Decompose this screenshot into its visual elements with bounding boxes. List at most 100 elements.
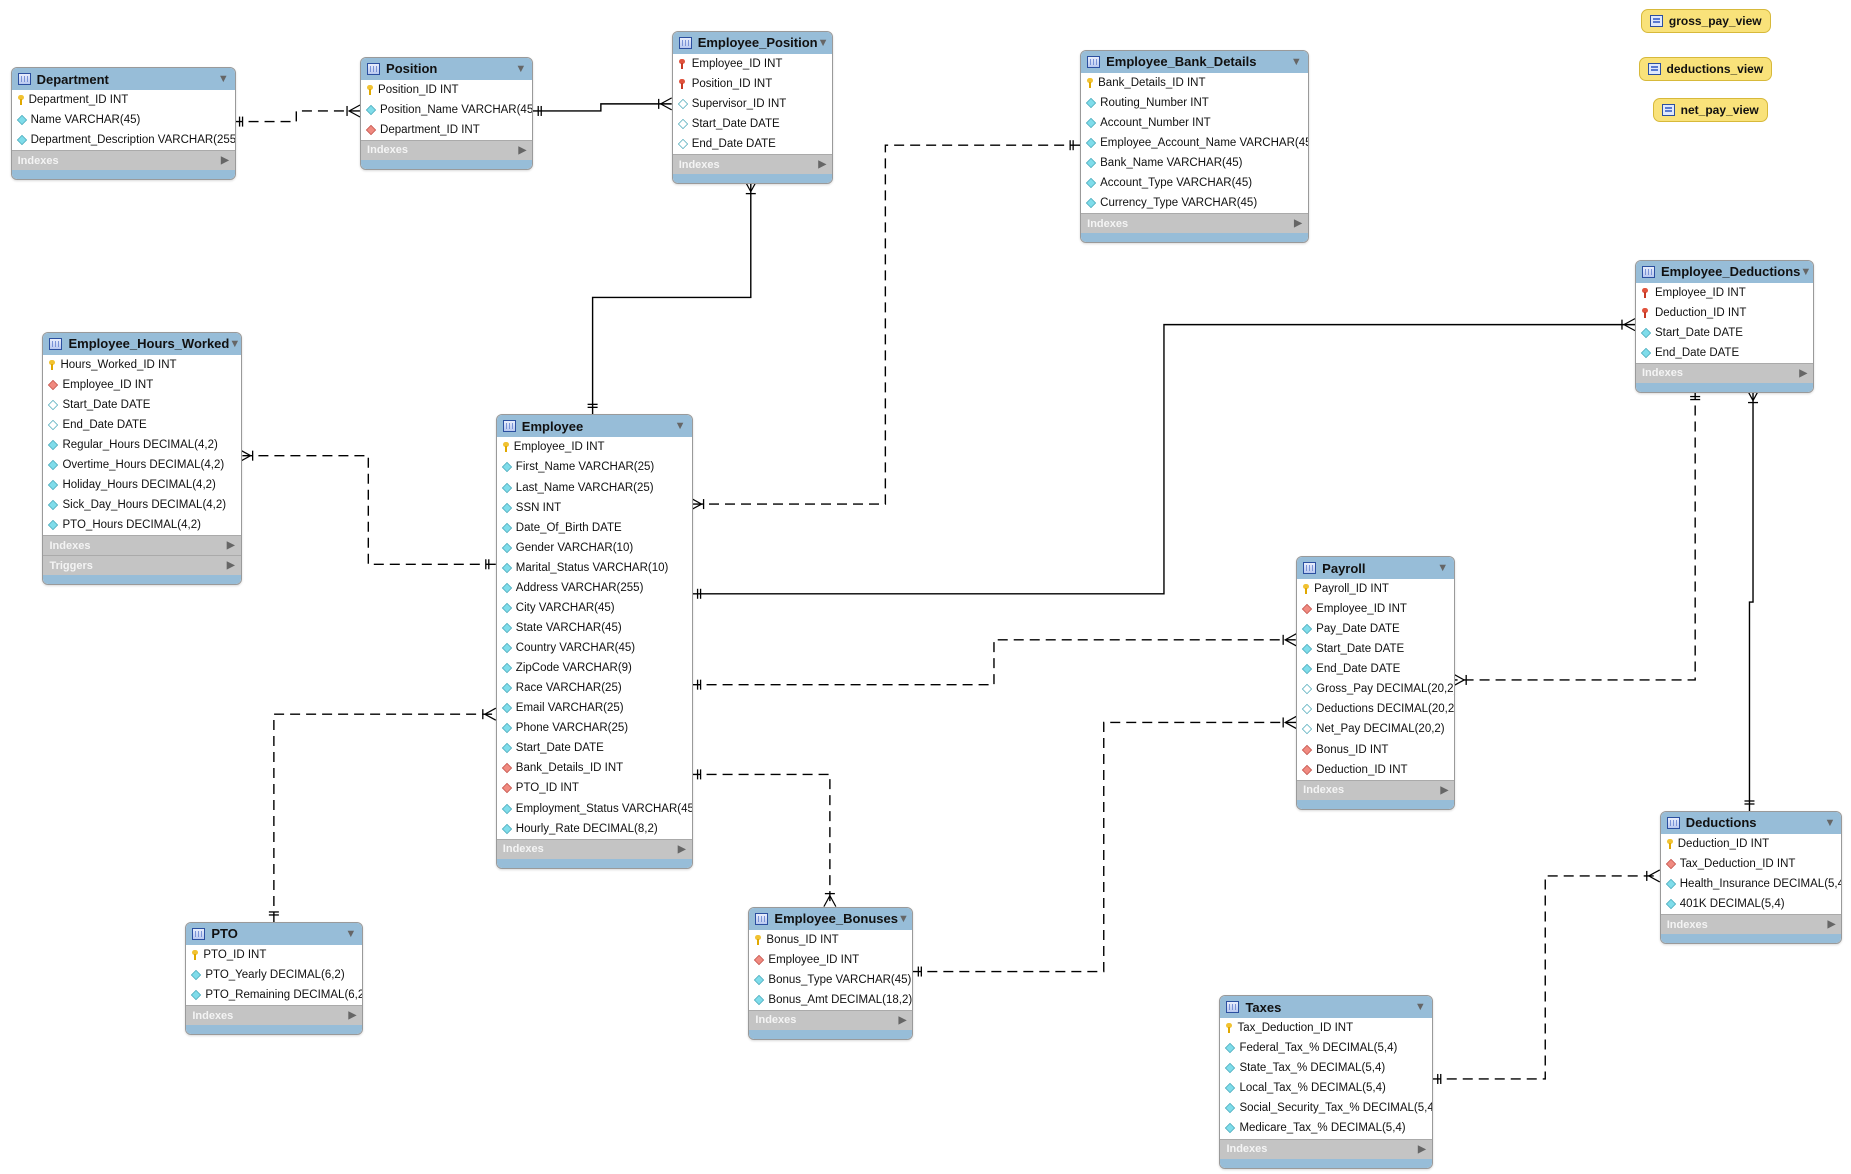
section-indexes[interactable]: Indexes ▶ — [496, 838, 692, 859]
collapse-toggle-icon[interactable]: ▼ — [1824, 817, 1835, 829]
table-header[interactable]: Deductions ▼ — [1660, 811, 1842, 834]
expand-arrow-icon[interactable]: ▶ — [678, 844, 686, 855]
relationship-employee-deductions-to-payroll[interactable] — [1452, 389, 1701, 687]
column-row[interactable]: Hours_Worked_ID INT — [43, 355, 240, 375]
section-indexes[interactable]: Indexes ▶ — [1660, 914, 1842, 935]
column-row[interactable]: Health_Insurance DECIMAL(5,4) — [1661, 874, 1841, 894]
table-header[interactable]: Department ▼ — [11, 68, 235, 91]
column-row[interactable]: Currency_Type VARCHAR(45) — [1081, 193, 1308, 213]
column-row[interactable]: Deduction_ID INT — [1661, 834, 1842, 854]
column-row[interactable]: Local_Tax_% DECIMAL(5,4) — [1220, 1078, 1431, 1098]
column-row[interactable]: PTO_ID INT — [186, 945, 362, 965]
column-row[interactable]: Account_Number INT — [1081, 113, 1308, 133]
column-row[interactable]: Date_Of_Birth DATE — [497, 518, 692, 538]
relationship-line[interactable] — [1748, 389, 1754, 811]
section-triggers[interactable]: Triggers ▶ — [43, 555, 241, 576]
column-row[interactable]: Sick_Day_Hours DECIMAL(4,2) — [43, 495, 240, 515]
section-indexes[interactable]: Indexes ▶ — [749, 1009, 913, 1030]
column-row[interactable]: Bonus_ID INT — [1297, 740, 1454, 760]
column-row[interactable]: End_Date DATE — [43, 415, 240, 435]
column-row[interactable]: Race VARCHAR(25) — [497, 678, 692, 698]
column-row[interactable]: Deductions DECIMAL(20,2) — [1297, 699, 1454, 719]
table-header[interactable]: Payroll ▼ — [1297, 557, 1455, 579]
column-row[interactable]: Employee_ID INT — [749, 950, 912, 970]
column-row[interactable]: Holiday_Hours DECIMAL(4,2) — [43, 475, 240, 495]
section-indexes[interactable]: Indexes ▶ — [11, 150, 235, 171]
column-row[interactable]: Start_Date DATE — [1636, 323, 1813, 343]
expand-arrow-icon[interactable]: ▶ — [818, 159, 826, 170]
column-row[interactable]: Supervisor_ID INT — [673, 94, 832, 114]
collapse-toggle-icon[interactable]: ▼ — [515, 63, 526, 75]
relationship-employee-to-employee-position[interactable] — [587, 180, 758, 415]
column-row[interactable]: Country VARCHAR(45) — [497, 638, 692, 658]
relationship-line[interactable] — [1430, 875, 1660, 1080]
collapse-toggle-icon[interactable]: ▼ — [229, 338, 240, 350]
table-header[interactable]: Employee_Bank_Details ▼ — [1081, 50, 1308, 73]
table-deductions[interactable]: Deductions ▼ Deduction_ID INT Tax_Deduct… — [1659, 810, 1843, 945]
column-row[interactable]: Deduction_ID INT — [1636, 303, 1813, 323]
column-row[interactable]: City VARCHAR(45) — [497, 598, 692, 618]
column-row[interactable]: Routing_Number INT — [1081, 93, 1308, 113]
column-row[interactable]: End_Date DATE — [1297, 659, 1454, 679]
expand-arrow-icon[interactable]: ▶ — [221, 155, 229, 166]
column-row[interactable]: Department_ID INT — [361, 120, 532, 140]
section-indexes[interactable]: Indexes ▶ — [1635, 362, 1814, 383]
column-row[interactable]: Employee_ID INT — [673, 54, 832, 74]
table-header[interactable]: Employee_Position ▼ — [672, 31, 833, 54]
column-row[interactable]: End_Date DATE — [1636, 343, 1813, 363]
relationship-taxes-to-deductions[interactable] — [1430, 869, 1661, 1084]
expand-arrow-icon[interactable]: ▶ — [899, 1015, 907, 1026]
expand-arrow-icon[interactable]: ▶ — [519, 145, 527, 156]
table-department[interactable]: Department ▼ Department_ID INT Name VARC… — [10, 67, 236, 181]
section-indexes[interactable]: Indexes ▶ — [43, 535, 241, 556]
collapse-toggle-icon[interactable]: ▼ — [818, 37, 829, 49]
column-row[interactable]: PTO_Yearly DECIMAL(6,2) — [186, 965, 362, 985]
table-pto[interactable]: PTO ▼ PTO_ID INT PTO_Yearly DECIMAL(6,2)… — [185, 921, 364, 1036]
relationship-line[interactable] — [690, 773, 831, 907]
column-row[interactable]: Bank_Details_ID INT — [1081, 73, 1308, 93]
column-row[interactable]: Hourly_Rate DECIMAL(8,2) — [497, 819, 692, 839]
expand-arrow-icon[interactable]: ▶ — [1418, 1144, 1426, 1155]
relationship-employee-to-payroll[interactable] — [690, 633, 1297, 690]
column-row[interactable]: Department_ID INT — [12, 90, 235, 110]
relationship-department-to-position[interactable] — [232, 104, 361, 127]
relationship-line[interactable] — [232, 110, 361, 123]
column-row[interactable]: First_Name VARCHAR(25) — [497, 457, 692, 477]
table-header[interactable]: Employee ▼ — [496, 415, 692, 438]
relationship-employee-bonuses-to-payroll[interactable] — [911, 715, 1297, 977]
table-header[interactable]: Employee_Bonuses ▼ — [749, 907, 913, 930]
column-row[interactable]: Employment_Status VARCHAR(45) — [497, 798, 692, 818]
collapse-toggle-icon[interactable]: ▼ — [1415, 1001, 1426, 1013]
section-indexes[interactable]: Indexes ▶ — [672, 154, 833, 174]
table-employee[interactable]: Employee ▼ Employee_ID INT First_Name VA… — [495, 414, 693, 869]
relationship-employee-to-employee-deductions[interactable] — [690, 318, 1636, 599]
section-indexes[interactable]: Indexes ▶ — [1220, 1138, 1432, 1159]
collapse-toggle-icon[interactable]: ▼ — [1437, 562, 1448, 574]
relationship-line[interactable] — [273, 713, 496, 922]
relationship-line[interactable] — [690, 144, 1081, 505]
table-header[interactable]: PTO ▼ — [186, 922, 363, 945]
expand-arrow-icon[interactable]: ▶ — [349, 1010, 357, 1021]
column-row[interactable]: Name VARCHAR(45) — [12, 110, 235, 130]
relationship-employee-to-employee-hours-worked[interactable] — [239, 449, 496, 570]
table-employee-hours-worked[interactable]: Employee_Hours_Worked ▼ Hours_Worked_ID … — [42, 331, 242, 586]
column-row[interactable]: Pay_Date DATE — [1297, 619, 1454, 639]
column-row[interactable]: Address VARCHAR(255) — [497, 578, 692, 598]
relationship-line[interactable] — [690, 323, 1635, 595]
column-row[interactable]: Gross_Pay DECIMAL(20,2) — [1297, 679, 1454, 699]
column-row[interactable]: Marital_Status VARCHAR(10) — [497, 558, 692, 578]
column-row[interactable]: Employee_Account_Name VARCHAR(45) — [1081, 133, 1308, 153]
column-row[interactable]: Bank_Name VARCHAR(45) — [1081, 153, 1308, 173]
table-header[interactable]: Employee_Hours_Worked ▼ — [43, 332, 241, 355]
column-row[interactable]: Bonus_Type VARCHAR(45) — [749, 970, 912, 990]
column-row[interactable]: Federal_Tax_% DECIMAL(5,4) — [1220, 1038, 1431, 1058]
section-indexes[interactable]: Indexes ▶ — [1297, 779, 1455, 800]
column-row[interactable]: Start_Date DATE — [43, 395, 240, 415]
table-header[interactable]: Employee_Deductions ▼ — [1635, 260, 1814, 283]
table-header[interactable]: Position ▼ — [361, 57, 533, 80]
relationship-line[interactable] — [591, 180, 752, 415]
relationship-line[interactable] — [239, 454, 496, 565]
column-row[interactable]: Last_Name VARCHAR(25) — [497, 477, 692, 497]
column-row[interactable]: Net_Pay DECIMAL(20,2) — [1297, 719, 1454, 739]
column-row[interactable]: Tax_Deduction_ID INT — [1220, 1018, 1431, 1038]
